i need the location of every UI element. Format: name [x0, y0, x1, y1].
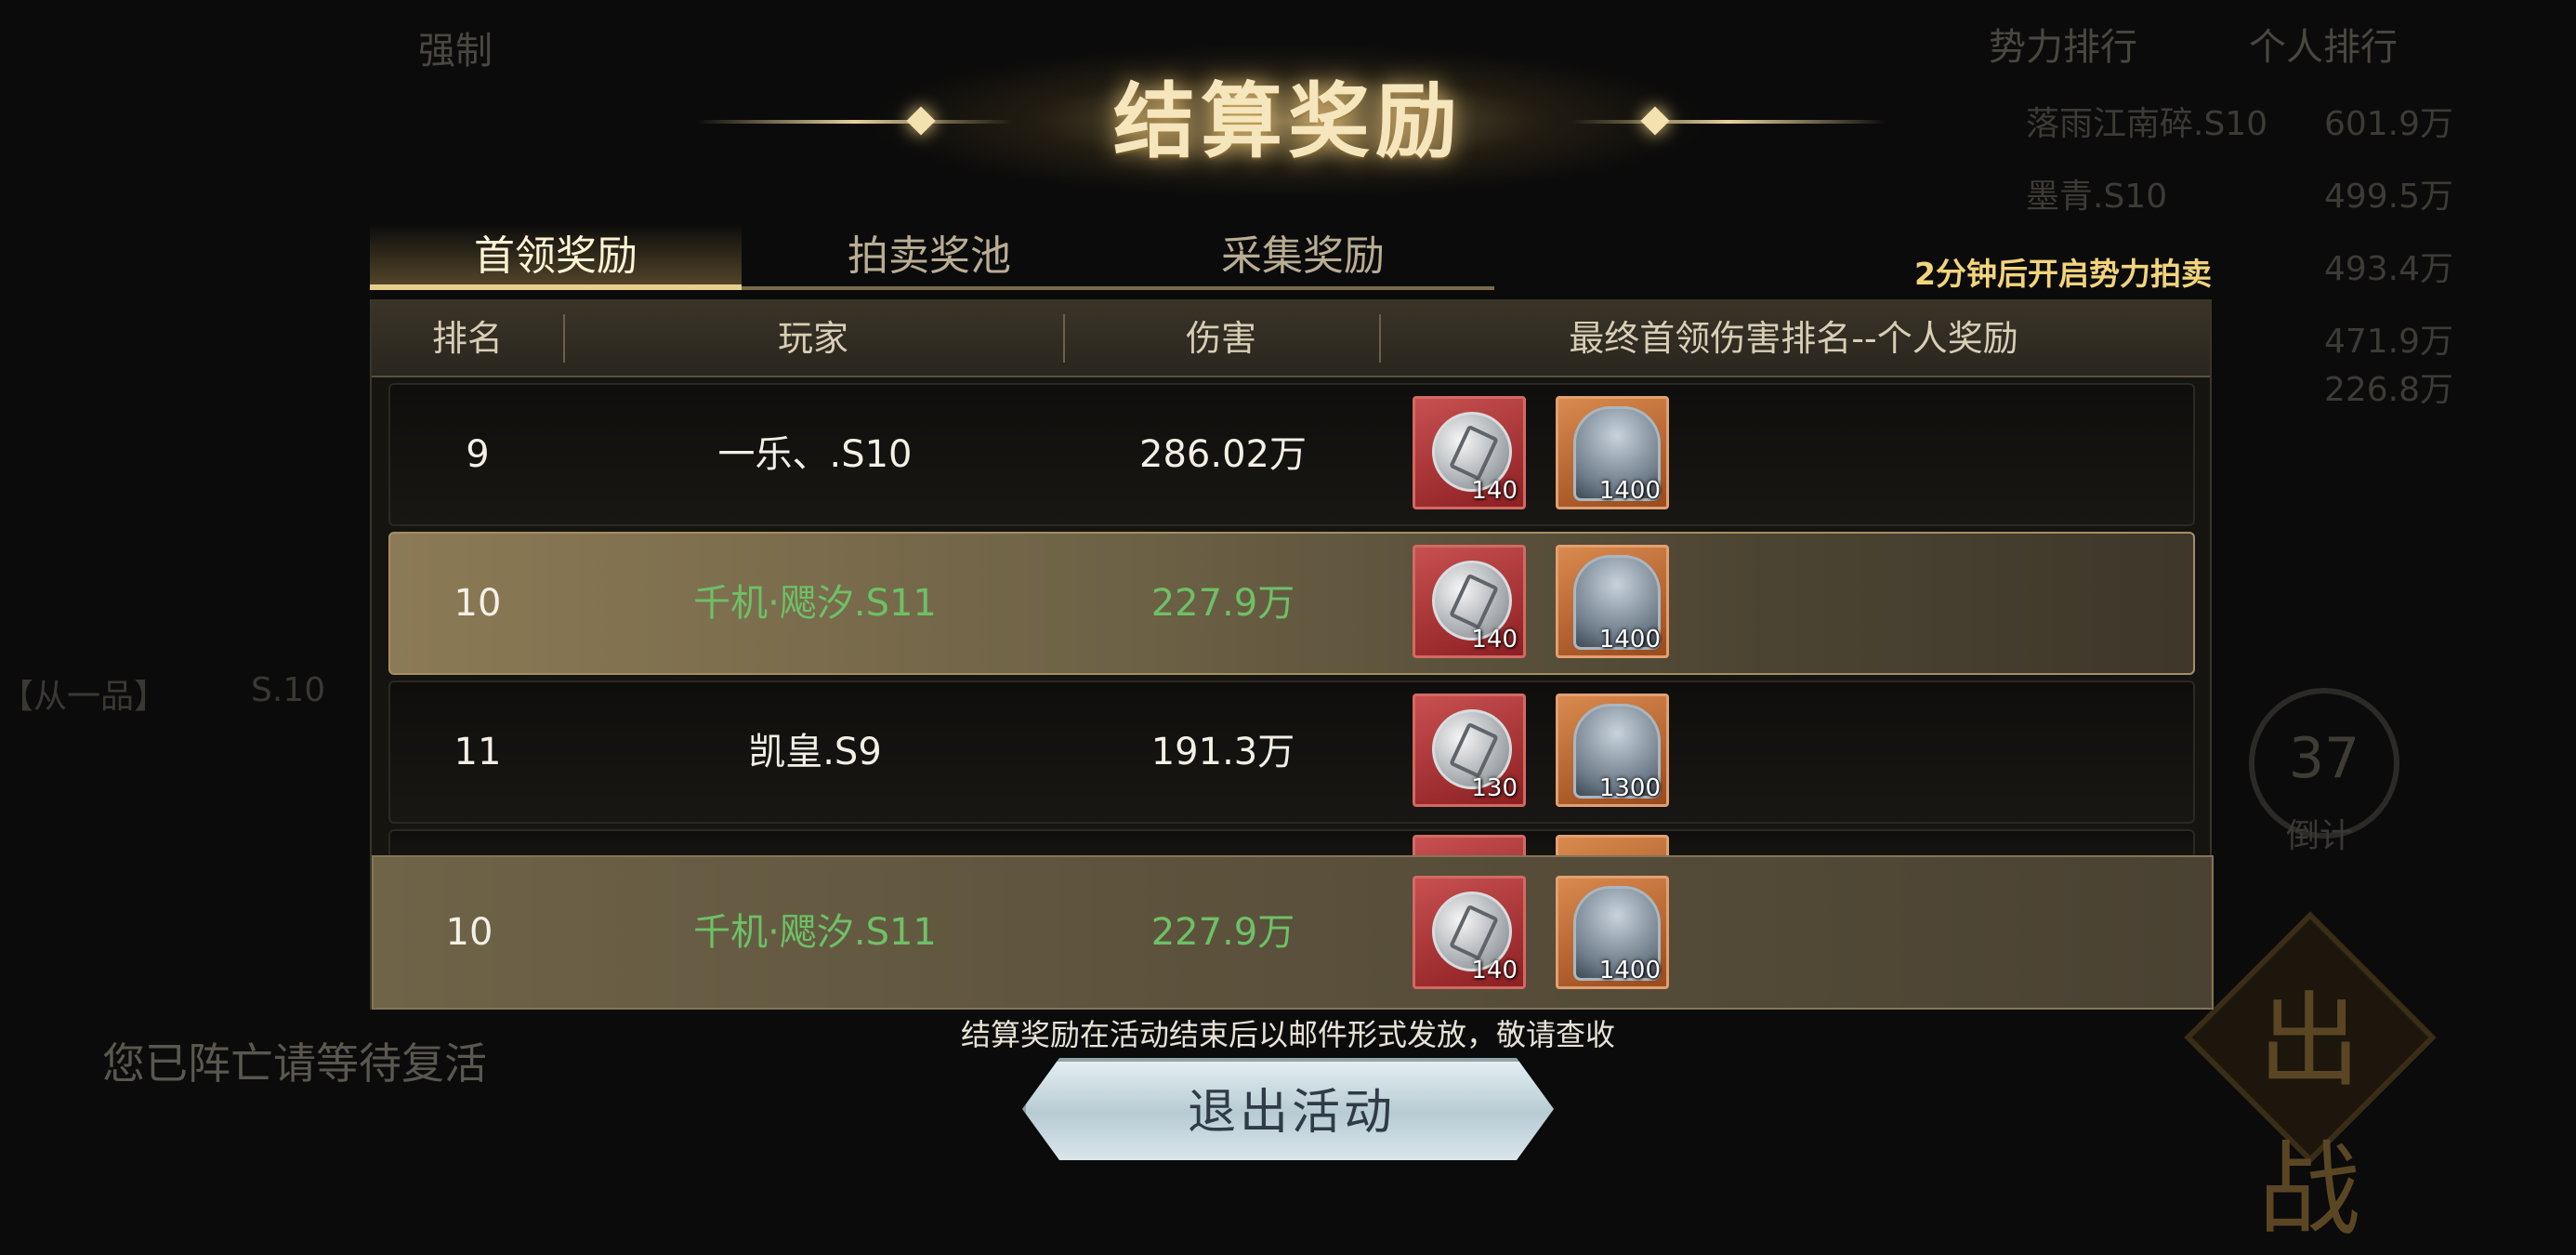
- tab-auction-pool[interactable]: 拍卖奖池: [743, 223, 1115, 290]
- title-ornament-right: [1571, 120, 1886, 124]
- reward-qty: 1300: [1598, 774, 1661, 802]
- revive-status-text: 您已阵亡请等待复活: [102, 1038, 487, 1089]
- header-reward: 最终首领伤害排名--个人奖励: [1569, 318, 2018, 359]
- page-title: 结算奖励: [1112, 73, 1463, 169]
- tab-bar: 首领奖励 拍卖奖池 采集奖励: [370, 223, 1494, 290]
- damage-cell: 227.9万: [1150, 911, 1295, 954]
- reward-qty: 140: [1471, 957, 1518, 984]
- rank-cell: 9: [466, 433, 490, 476]
- header-damage: 伤害: [1185, 318, 1256, 359]
- bg-countdown-label: 倒计: [2286, 817, 2354, 855]
- rank-cell: 11: [453, 731, 502, 773]
- exit-activity-button[interactable]: 退出活动: [1022, 1058, 1554, 1160]
- table-row-self: 10 千机·飔汐.S11 227.9万 140 1400: [388, 532, 2195, 675]
- bg-dispatch-glyph: 出战: [2258, 982, 2360, 1249]
- tab-gather-reward[interactable]: 采集奖励: [1117, 223, 1489, 290]
- reward-qty: 1400: [1598, 957, 1661, 984]
- bg-rank-tab-personal: 个人排行: [2249, 26, 2398, 69]
- reward-qty: 130: [1471, 774, 1518, 802]
- header-rank: 排名: [431, 318, 503, 359]
- player-cell: 凯皇.S9: [748, 731, 882, 773]
- reward-qty: 140: [1471, 626, 1518, 654]
- reward-qty: 1400: [1598, 477, 1661, 505]
- silver-chest-icon[interactable]: 1400: [1556, 396, 1669, 509]
- silver-chest-icon[interactable]: 1300: [1556, 694, 1669, 807]
- bg-rank-row: 墨青.S10 499.5万: [2026, 178, 2453, 216]
- bg-side-server: S.10: [251, 671, 326, 709]
- damage-cell: 191.3万: [1150, 731, 1295, 773]
- rank-cell: 10: [445, 911, 493, 954]
- table-header: 排名 玩家 伤害 最终首领伤害排名--个人奖励: [372, 301, 2210, 377]
- auction-notice: 2分钟后开启势力拍卖: [1914, 256, 2212, 292]
- mail-delivery-note: 结算奖励在活动结束后以邮件形式发放，敬请查收: [960, 1017, 1615, 1052]
- table-row: 9 一乐、.S10 286.02万 140 1400: [388, 383, 2195, 526]
- self-rank-row: 10 千机·飔汐.S11 227.9万 140 1400: [372, 855, 2214, 1010]
- table-row: 11 凯皇.S9 191.3万 130 1300: [388, 680, 2195, 824]
- damage-cell: 286.02万: [1139, 433, 1307, 476]
- damage-cell: 227.9万: [1150, 582, 1295, 625]
- player-cell: 一乐、.S10: [717, 433, 913, 476]
- exit-activity-label: 退出活动: [1187, 1085, 1396, 1141]
- header-player: 玩家: [777, 318, 848, 359]
- bg-side-label: 【从一品】: [0, 678, 168, 716]
- bg-rank-tab-faction: 势力排行: [1989, 26, 2137, 69]
- silver-token-icon[interactable]: 140: [1413, 396, 1526, 509]
- bg-rank-row: 落雨江南碎.S10 601.9万: [2026, 105, 2453, 143]
- silver-chest-icon[interactable]: 1400: [1556, 545, 1669, 658]
- rank-cell: 10: [453, 582, 502, 625]
- reward-table: 排名 玩家 伤害 最终首领伤害排名--个人奖励 9 一乐、.S10 286.02…: [370, 299, 2214, 1010]
- player-cell: 千机·飔汐.S11: [693, 911, 937, 954]
- silver-token-icon[interactable]: 140: [1413, 545, 1526, 658]
- tab-boss-reward[interactable]: 首领奖励: [370, 223, 742, 290]
- silver-token-icon[interactable]: 130: [1413, 694, 1526, 807]
- reward-qty: 140: [1471, 477, 1518, 505]
- silver-token-icon[interactable]: 140: [1413, 876, 1526, 989]
- player-cell: 千机·飔汐.S11: [693, 582, 937, 625]
- silver-chest-icon[interactable]: 1400: [1556, 876, 1669, 989]
- bg-strong-label: 强制: [418, 30, 493, 73]
- reward-qty: 1400: [1598, 626, 1661, 654]
